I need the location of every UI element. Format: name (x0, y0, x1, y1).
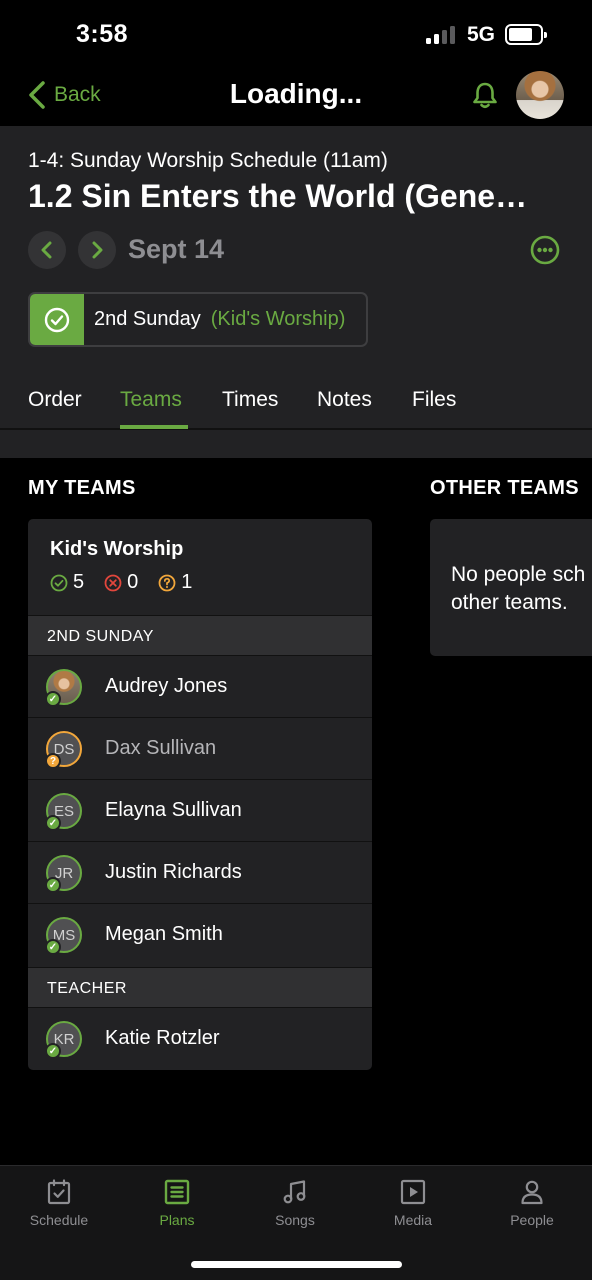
network-label: 5G (467, 23, 496, 46)
tab-teams[interactable]: Teams (120, 388, 182, 412)
person-row[interactable]: ES ✓ Elayna Sullivan (28, 780, 372, 842)
service-team-name: (Kid's Worship) (210, 308, 346, 330)
position-name: TEACHER (47, 980, 127, 997)
plan-title: 1.2 Sin Enters the World (Gene… (28, 178, 528, 214)
active-tab-indicator (120, 425, 188, 429)
previous-date-button[interactable] (28, 231, 66, 269)
tab-schedule[interactable]: Schedule (0, 1178, 118, 1228)
calendar-check-icon (47, 1179, 71, 1205)
plan-tabs: Order Teams Times Notes Files (0, 370, 592, 430)
chevron-right-icon (92, 241, 103, 259)
declined-icon (104, 574, 122, 591)
other-teams-card: No people sch other teams. (430, 519, 592, 656)
ellipsis-circle-icon (530, 235, 560, 265)
play-box-icon (400, 1179, 426, 1205)
home-indicator (191, 1261, 402, 1268)
avatar: DS? (45, 731, 82, 769)
team-status-counts: 5 0 1 (50, 571, 212, 594)
check-icon: ✓ (45, 877, 61, 893)
signal-strength-icon (426, 26, 458, 44)
avatar: JR ✓ (45, 855, 82, 893)
nav-bar: Back Loading... (0, 70, 592, 126)
tab-files[interactable]: Files (412, 388, 456, 412)
status-time: 3:58 (76, 20, 129, 48)
more-options-button[interactable] (530, 235, 560, 265)
position-header: TEACHER (28, 967, 372, 1008)
person-icon (521, 1180, 543, 1205)
team-card: Kid's Worship 5 0 1 2ND SUNDAY ✓ Audrey … (28, 519, 372, 1070)
next-date-button[interactable] (78, 231, 116, 269)
plan-series: 1-4: Sunday Worship Schedule (11am) (28, 149, 388, 172)
person-row[interactable]: ✓ Audrey Jones (28, 656, 372, 718)
person-row[interactable]: MS ✓ Megan Smith (28, 904, 372, 966)
bell-icon (473, 82, 497, 109)
person-row[interactable]: JR ✓ Justin Richards (28, 842, 372, 904)
team-name[interactable]: Kid's Worship (50, 538, 183, 561)
person-name: Megan Smith (105, 923, 223, 945)
plans-list-icon (164, 1179, 190, 1205)
confirmed-icon (50, 574, 68, 591)
notifications-button[interactable] (471, 80, 499, 110)
chevron-left-icon (29, 81, 45, 109)
status-bar: 3:58 5G (0, 0, 592, 70)
user-avatar[interactable] (516, 71, 564, 119)
person-name: Dax Sullivan (105, 737, 217, 759)
tab-media[interactable]: Media (354, 1178, 472, 1228)
tab-times[interactable]: Times (222, 388, 278, 412)
person-row[interactable]: KR ✓ Katie Rotzler (28, 1008, 372, 1070)
service-time-selector[interactable]: 2nd Sunday (Kid's Worship) (28, 292, 368, 347)
back-button[interactable]: Back (26, 80, 101, 110)
music-note-icon (283, 1180, 306, 1204)
person-name: Katie Rotzler (105, 1027, 220, 1049)
unconfirmed-icon (158, 574, 176, 591)
plan-date: Sept 14 (128, 234, 225, 264)
avatar: ES ✓ (45, 793, 82, 831)
chevron-left-icon (41, 241, 52, 259)
unconfirmed-count: 1 (181, 571, 193, 593)
my-teams-heading: MY TEAMS (28, 477, 136, 499)
confirmed-count: 5 (73, 571, 85, 593)
person-name: Justin Richards (105, 861, 242, 883)
tab-people[interactable]: People (473, 1178, 591, 1228)
person-name: Audrey Jones (105, 675, 228, 697)
check-icon: ✓ (45, 1043, 61, 1059)
person-name: Elayna Sullivan (105, 799, 242, 821)
position-name: 2ND SUNDAY (47, 628, 154, 645)
person-row[interactable]: DS? Dax Sullivan (28, 718, 372, 780)
battery-icon (505, 24, 547, 45)
plan-header: 1-4: Sunday Worship Schedule (11am) 1.2 … (0, 126, 592, 430)
declined-count: 0 (127, 571, 139, 593)
avatar: KR ✓ (45, 1021, 82, 1059)
tab-songs[interactable]: Songs (236, 1178, 354, 1228)
back-label: Back (54, 83, 101, 106)
check-circle-icon (30, 294, 84, 345)
tab-notes[interactable]: Notes (317, 388, 372, 412)
other-teams-heading: OTHER TEAMS (430, 477, 579, 499)
tab-order[interactable]: Order (28, 388, 82, 412)
avatar: ✓ (45, 669, 82, 707)
tab-plans[interactable]: Plans (118, 1178, 236, 1228)
service-time-name: 2nd Sunday (94, 308, 201, 330)
check-icon: ✓ (45, 691, 61, 707)
avatar: MS ✓ (45, 917, 82, 955)
divider (0, 430, 592, 458)
question-icon: ? (45, 753, 61, 769)
position-header: 2ND SUNDAY (28, 615, 372, 656)
check-icon: ✓ (45, 815, 61, 831)
check-icon: ✓ (45, 939, 61, 955)
empty-state-message: No people sch other teams. (451, 563, 586, 614)
